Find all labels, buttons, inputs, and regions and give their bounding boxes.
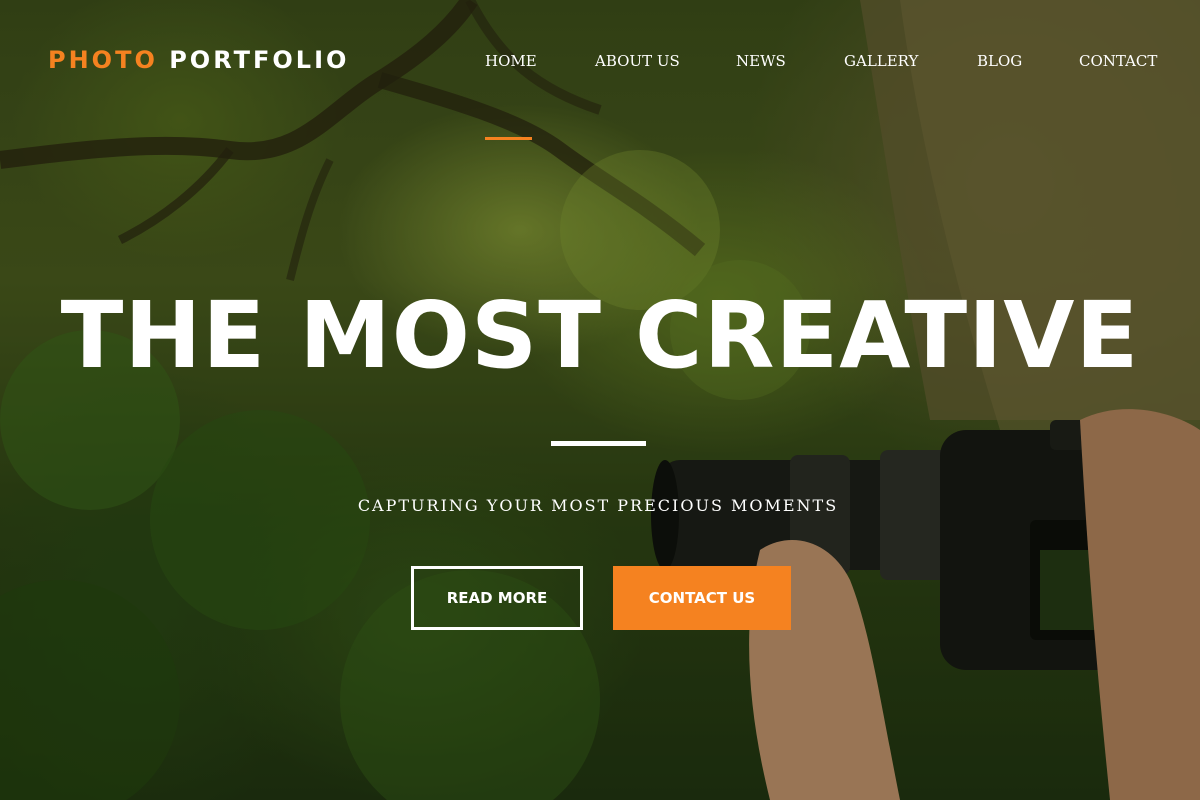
nav-active-indicator — [485, 137, 532, 140]
hero-headline: THE MOST CREATIVE — [60, 282, 1140, 389]
hero-section: PHOTO PORTFOLIO HOME ABOUT US NEWS GALLE… — [0, 0, 1200, 800]
nav-item-blog[interactable]: BLOG — [977, 52, 1022, 70]
nav-item-home[interactable]: HOME — [485, 52, 537, 70]
hero-overlay — [0, 0, 1200, 800]
main-navigation: HOME ABOUT US NEWS GALLERY BLOG CONTACT — [0, 52, 1200, 82]
read-more-button[interactable]: READ MORE — [411, 566, 583, 630]
hero-tagline: CAPTURING YOUR MOST PRECIOUS MOMENTS — [357, 496, 839, 515]
nav-item-contact[interactable]: CONTACT — [1079, 52, 1157, 70]
nav-item-about-us[interactable]: ABOUT US — [595, 52, 680, 70]
nav-item-gallery[interactable]: GALLERY — [844, 52, 918, 70]
contact-us-button[interactable]: CONTACT US — [613, 566, 791, 630]
nav-item-news[interactable]: NEWS — [736, 52, 786, 70]
headline-divider — [551, 441, 646, 446]
